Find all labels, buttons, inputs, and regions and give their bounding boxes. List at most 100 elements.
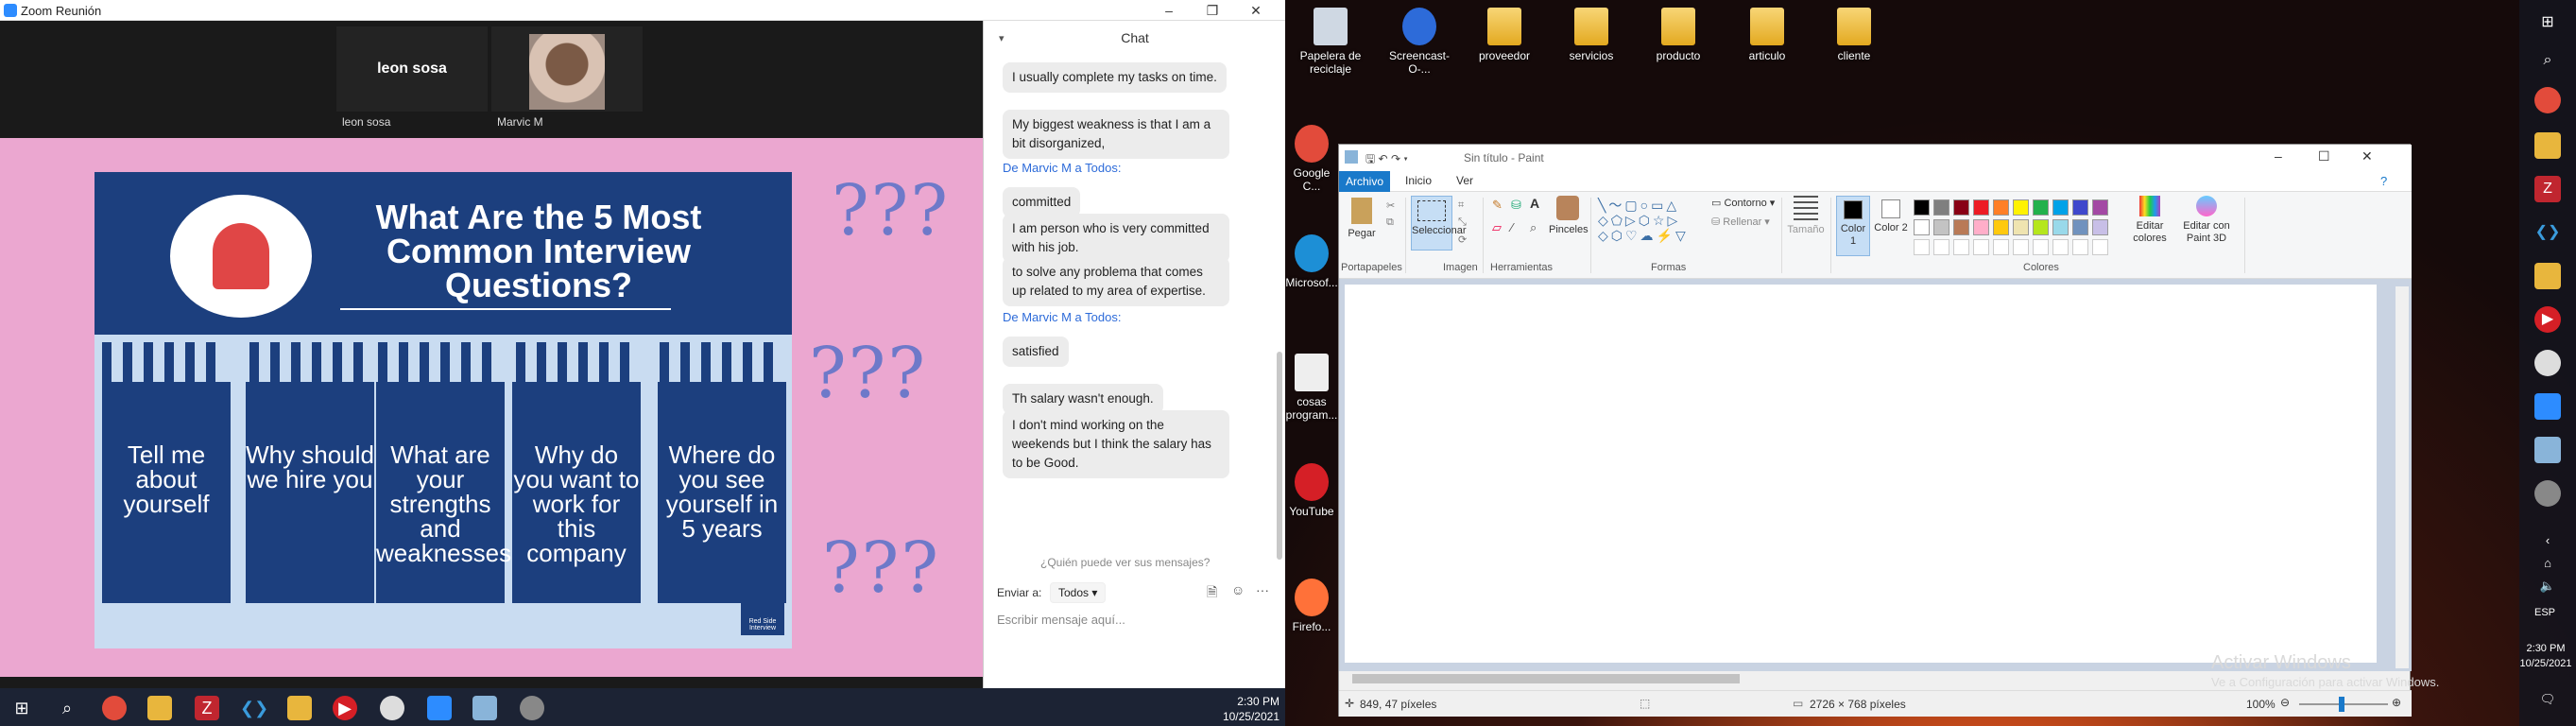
help-icon[interactable]: ? — [2380, 174, 2387, 188]
empty-color-swatch[interactable] — [2052, 239, 2069, 255]
color2-button[interactable]: Color 2 — [1874, 196, 1908, 234]
close-button[interactable]: ✕ — [1234, 0, 1278, 21]
paint-taskbar-icon[interactable] — [472, 696, 497, 720]
color-swatch[interactable] — [2092, 199, 2108, 216]
color-swatch[interactable] — [1914, 219, 1930, 235]
rotate-icon[interactable]: ⟳ — [1458, 233, 1467, 246]
search-icon[interactable]: ⌕ — [2534, 47, 2561, 74]
color-swatch[interactable] — [1933, 199, 1949, 216]
magnifier-icon[interactable]: ⌕ — [1530, 220, 1537, 235]
empty-color-swatch[interactable] — [2072, 239, 2088, 255]
empty-color-swatch[interactable] — [2033, 239, 2049, 255]
eraser-icon[interactable]: ▱ — [1492, 220, 1502, 235]
powerbi-icon[interactable] — [287, 696, 312, 720]
search-icon[interactable]: ⌕ — [55, 696, 79, 720]
color-swatch[interactable] — [2052, 199, 2069, 216]
cut-icon[interactable]: ✂ — [1386, 199, 1395, 212]
color-swatch[interactable] — [1933, 219, 1949, 235]
empty-color-swatch[interactable] — [1973, 239, 1989, 255]
color-swatch[interactable] — [2013, 219, 2029, 235]
desktop-icon-youtube[interactable]: YouTube — [1285, 463, 1338, 518]
vscode-icon[interactable]: ❮❯ — [240, 696, 268, 720]
empty-color-swatch[interactable] — [1933, 239, 1949, 255]
scroll-thumb[interactable] — [1352, 674, 1740, 683]
quick-access-icons[interactable]: 🖫 ↶ ↷ ▾ — [1365, 150, 1408, 170]
desktop-icon-firefox[interactable]: Firefo... — [1285, 579, 1338, 633]
filezilla-icon[interactable]: Z — [2534, 176, 2561, 202]
close-button[interactable]: ✕ — [2361, 148, 2373, 164]
desktop-icon-cosas[interactable]: cosas program... — [1285, 354, 1338, 422]
empty-color-swatch[interactable] — [2092, 239, 2108, 255]
start-windows-icon[interactable]: ⊞ — [2534, 9, 2561, 36]
paint-canvas[interactable] — [1345, 285, 2377, 663]
select-button[interactable]: Seleccionar — [1411, 196, 1466, 251]
minimize-button[interactable]: – — [1147, 0, 1191, 21]
youtube-icon[interactable]: ▶ — [2534, 306, 2561, 333]
tab-archivo[interactable]: Archivo — [1339, 171, 1390, 192]
text-icon[interactable]: A — [1530, 196, 1539, 211]
size-button[interactable]: Tamaño — [1787, 196, 1825, 236]
chrome-icon[interactable] — [2534, 87, 2561, 113]
shapes-gallery[interactable]: ╲〜▢○▭△ ◇⬠▷⬡☆▷ ◇⬡♡☁⚡▽ — [1598, 198, 1704, 251]
fill-button[interactable]: ⛁ Rellenar ▾ — [1711, 216, 1770, 229]
volume-icon[interactable]: 🔈 — [2534, 573, 2561, 599]
crop-icon[interactable]: ⌗ — [1458, 199, 1464, 212]
chrome-icon[interactable] — [102, 696, 127, 720]
color-swatch[interactable] — [1953, 219, 1969, 235]
filezilla-icon[interactable]: Z — [195, 696, 219, 720]
minimize-button[interactable]: – — [2275, 148, 2282, 164]
desktop-icon-screencast[interactable]: Screencast-O-... — [1382, 8, 1457, 76]
file-explorer-icon[interactable] — [2534, 132, 2561, 159]
file-icon[interactable]: 🗎 — [1207, 582, 1217, 605]
paint3d-button[interactable]: Editar con Paint 3D — [2176, 196, 2237, 245]
send-to-dropdown[interactable]: Todos ▾ — [1050, 582, 1107, 603]
tab-ver[interactable]: Ver — [1456, 174, 1473, 187]
brushes-button[interactable]: Pinceles — [1549, 196, 1589, 236]
desktop-icon-edge[interactable]: Microsof... — [1285, 234, 1338, 289]
desktop-icon-cliente[interactable]: cliente — [1816, 8, 1892, 62]
settings-taskbar-icon[interactable] — [520, 696, 544, 720]
color-swatch[interactable] — [2092, 219, 2108, 235]
color-swatch[interactable] — [2072, 199, 2088, 216]
copy-icon[interactable]: ⧉ — [1386, 216, 1394, 229]
participant-tile[interactable]: leon sosa leon sosa — [336, 26, 488, 129]
chat-message-input[interactable]: Escribir mensaje aquí... — [997, 613, 1125, 627]
color1-button[interactable]: Color 1 — [1836, 196, 1870, 256]
desktop-icon-recycle-bin[interactable]: Papelera de reciclaje — [1293, 8, 1368, 76]
color-swatch[interactable] — [2013, 199, 2029, 216]
zoom-slider-thumb[interactable] — [2339, 697, 2344, 712]
maximize-button[interactable]: ☐ — [2318, 148, 2330, 164]
color-swatch[interactable] — [1993, 199, 2009, 216]
paint-taskbar-icon[interactable] — [2534, 437, 2561, 463]
color-swatch[interactable] — [1914, 199, 1930, 216]
fill-icon[interactable]: ⛁ — [1511, 198, 1521, 213]
empty-color-swatch[interactable] — [1914, 239, 1930, 255]
chat-privacy-link[interactable]: ¿Quién puede ver sus mensajes? — [1040, 556, 1210, 569]
outline-button[interactable]: ▭ Contorno ▾ — [1711, 198, 1775, 210]
language-indicator[interactable]: ESP — [2534, 607, 2555, 618]
pencil-icon[interactable]: ✎ — [1492, 198, 1503, 213]
empty-color-swatch[interactable] — [2013, 239, 2029, 255]
color-swatch[interactable] — [1973, 219, 1989, 235]
vertical-scrollbar[interactable] — [2396, 286, 2409, 668]
zoom-taskbar-icon[interactable] — [427, 696, 452, 720]
color-swatch[interactable] — [2052, 219, 2069, 235]
paste-button[interactable]: Pegar — [1345, 198, 1379, 240]
soccer-app-icon[interactable] — [380, 696, 404, 720]
zoom-taskbar-icon[interactable] — [2534, 393, 2561, 420]
file-explorer-icon[interactable] — [147, 696, 172, 720]
edit-colors-button[interactable]: Editar colores — [2129, 196, 2171, 245]
color-swatch[interactable] — [1953, 199, 1969, 216]
chat-scrollbar[interactable] — [1277, 352, 1282, 560]
settings-taskbar-icon[interactable] — [2534, 480, 2561, 507]
desktop-icon-servicios[interactable]: servicios — [1554, 8, 1629, 62]
resize-icon[interactable]: ⤡ — [1458, 216, 1467, 229]
color-swatch[interactable] — [2033, 219, 2049, 235]
desktop-icon-articulo[interactable]: articulo — [1729, 8, 1805, 62]
picker-icon[interactable]: ⁄ — [1511, 220, 1513, 234]
zoom-out-icon[interactable]: ⊖ — [2280, 696, 2290, 709]
tab-inicio[interactable]: Inicio — [1405, 174, 1432, 187]
empty-color-swatch[interactable] — [1993, 239, 2009, 255]
youtube-icon[interactable]: ▶ — [333, 696, 357, 720]
soccer-app-icon[interactable] — [2534, 350, 2561, 376]
